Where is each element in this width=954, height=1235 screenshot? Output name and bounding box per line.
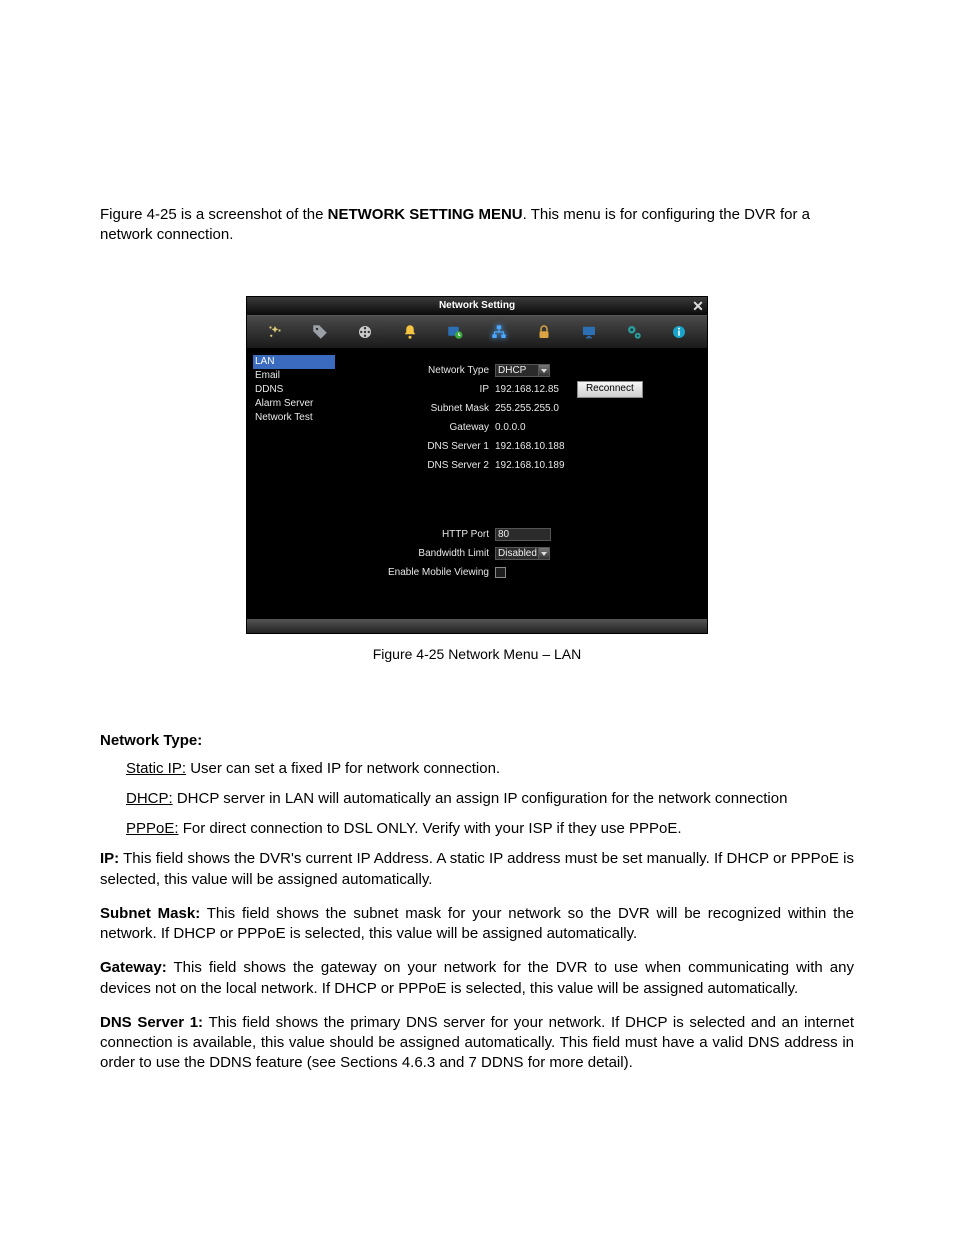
static-ip-line: Static IP: User can set a fixed IP for n…: [126, 759, 854, 779]
mobile-viewing-checkbox[interactable]: [495, 567, 506, 578]
subnet-para-label: Subnet Mask:: [100, 905, 200, 922]
pppoe-label: PPPoE:: [126, 820, 179, 837]
ip-para-label: IP:: [100, 850, 119, 867]
display-icon[interactable]: [579, 322, 599, 342]
chevron-down-icon[interactable]: [538, 547, 550, 560]
sidebar-item-lan[interactable]: LAN: [253, 355, 335, 369]
bandwidth-label: Bandwidth Limit: [339, 548, 495, 559]
pppoe-line: PPPoE: For direct connection to DSL ONLY…: [126, 819, 854, 839]
gateway-label: Gateway: [339, 422, 495, 433]
dns2-label: DNS Server 2: [339, 460, 495, 471]
static-ip-label: Static IP:: [126, 760, 186, 777]
dns1-label: DNS Server 1: [339, 441, 495, 452]
intro-paragraph: Figure 4-25 is a screenshot of the NETWO…: [100, 205, 854, 246]
sidebar-item-alarm-server[interactable]: Alarm Server: [253, 397, 335, 411]
subnet-para: Subnet Mask: This field shows the subnet…: [100, 904, 854, 945]
screenshot-container: Network Setting ✕: [100, 296, 854, 634]
ip-para: IP: This field shows the DVR's current I…: [100, 849, 854, 890]
dhcp-line: DHCP: DHCP server in LAN will automatica…: [126, 789, 854, 809]
tag-icon[interactable]: [310, 322, 330, 342]
dvr-sidebar: LAN Email DDNS Alarm Server Network Test: [247, 349, 339, 619]
info-icon[interactable]: [669, 322, 689, 342]
intro-bold: NETWORK SETTING MENU: [328, 206, 523, 223]
network-type-heading: Network Type:: [100, 732, 854, 749]
dns1-para-label: DNS Server 1:: [100, 1014, 203, 1031]
dns1-para-text: This field shows the primary DNS server …: [100, 1014, 854, 1072]
http-port-input[interactable]: 80: [495, 528, 551, 541]
gear-icon[interactable]: [624, 322, 644, 342]
figure-caption: Figure 4-25 Network Menu – LAN: [100, 646, 854, 662]
ip-label: IP: [339, 384, 495, 395]
sparkles-icon[interactable]: [265, 322, 285, 342]
sidebar-item-network-test[interactable]: Network Test: [253, 411, 335, 425]
sidebar-item-email[interactable]: Email: [253, 369, 335, 383]
dns1-value: 192.168.10.188: [495, 441, 565, 452]
reel-icon[interactable]: [355, 322, 375, 342]
bell-icon[interactable]: [400, 322, 420, 342]
subnet-para-text: This field shows the subnet mask for you…: [100, 905, 854, 942]
dhcp-text: DHCP server in LAN will automatically an…: [173, 790, 788, 807]
dvr-window: Network Setting ✕: [246, 296, 708, 634]
chevron-down-icon[interactable]: [538, 364, 550, 377]
gateway-para-text: This field shows the gateway on your net…: [100, 959, 854, 996]
dvr-toolbar: [247, 315, 707, 349]
close-icon[interactable]: ✕: [691, 297, 705, 315]
sidebar-item-ddns[interactable]: DDNS: [253, 383, 335, 397]
ip-para-text: This field shows the DVR's current IP Ad…: [100, 850, 854, 887]
lock-icon[interactable]: [534, 322, 554, 342]
dns1-para: DNS Server 1: This field shows the prima…: [100, 1013, 854, 1074]
dvr-title: Network Setting: [439, 300, 515, 311]
subnet-label: Subnet Mask: [339, 403, 495, 414]
bandwidth-select[interactable]: Disabled: [495, 547, 539, 560]
static-ip-text: User can set a fixed IP for network conn…: [186, 760, 500, 777]
network-icon[interactable]: [489, 322, 509, 342]
ip-value: 192.168.12.85: [495, 384, 559, 395]
dvr-main-panel: Network Type DHCP IP 192.168.12.85 Recon…: [339, 349, 707, 619]
schedule-icon[interactable]: [445, 322, 465, 342]
reconnect-button[interactable]: Reconnect: [577, 381, 643, 398]
network-type-label: Network Type: [339, 365, 495, 376]
network-type-select[interactable]: DHCP: [495, 364, 539, 377]
http-port-label: HTTP Port: [339, 529, 495, 540]
dhcp-label: DHCP:: [126, 790, 173, 807]
intro-prefix: Figure 4-25 is a screenshot of the: [100, 206, 328, 223]
dns2-value: 192.168.10.189: [495, 460, 565, 471]
gateway-para-label: Gateway:: [100, 959, 167, 976]
dvr-body: LAN Email DDNS Alarm Server Network Test…: [247, 349, 707, 619]
subnet-value: 255.255.255.0: [495, 403, 559, 414]
mobile-viewing-label: Enable Mobile Viewing: [339, 567, 495, 578]
pppoe-text: For direct connection to DSL ONLY. Verif…: [179, 820, 682, 837]
document-page: Figure 4-25 is a screenshot of the NETWO…: [0, 0, 954, 1235]
gateway-para: Gateway: This field shows the gateway on…: [100, 958, 854, 999]
dvr-footer: [247, 619, 707, 633]
dvr-titlebar: Network Setting ✕: [247, 297, 707, 315]
gateway-value: 0.0.0.0: [495, 422, 526, 433]
